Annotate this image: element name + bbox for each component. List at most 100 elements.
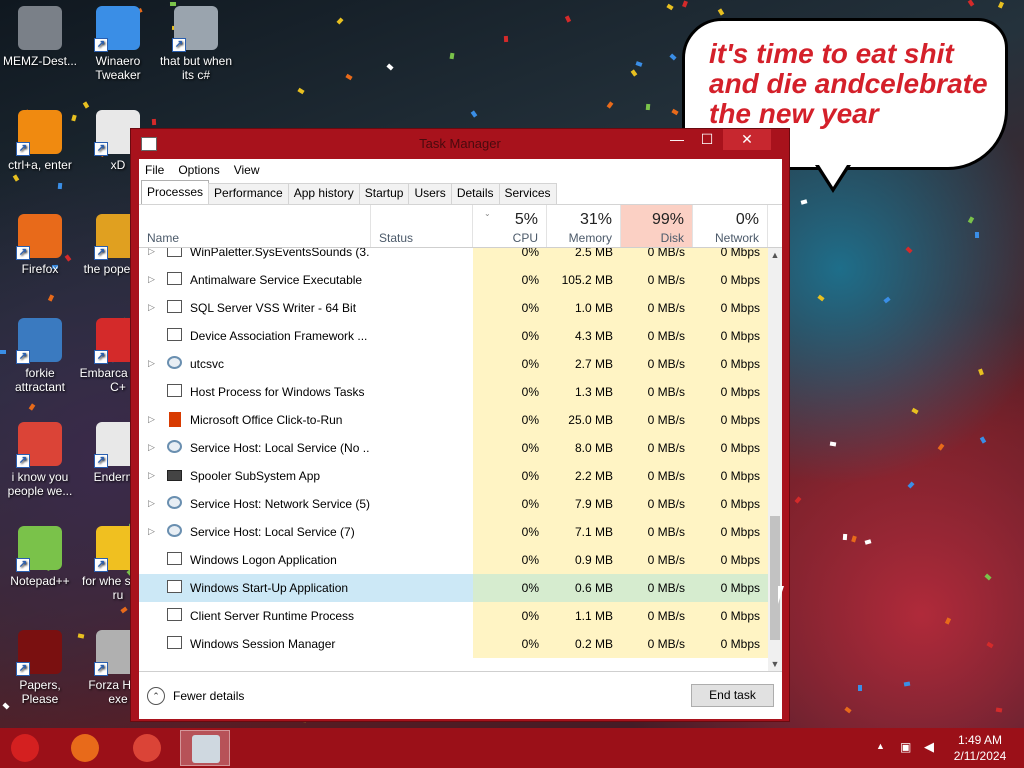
network-cell: 0 Mbps bbox=[693, 406, 768, 434]
desktop-icon[interactable]: MEMZ-Dest... bbox=[0, 6, 80, 68]
app-process-icon bbox=[167, 300, 182, 313]
tab-processes[interactable]: Processes bbox=[141, 180, 210, 204]
expand-chevron-icon[interactable]: ▷ bbox=[148, 302, 155, 313]
disk-cell: 0 MB/s bbox=[621, 518, 693, 546]
menu-file[interactable]: File bbox=[145, 163, 164, 177]
desktop-icon[interactable]: ↗ i know you people we... bbox=[0, 422, 80, 498]
column-header-status[interactable]: Status bbox=[371, 205, 473, 247]
confetti-piece bbox=[717, 8, 725, 16]
expand-chevron-icon[interactable]: ▷ bbox=[148, 470, 155, 481]
clock[interactable]: 1:49 AM 2/11/2024 bbox=[944, 732, 1016, 764]
table-row[interactable]: ▷ SQL Server VSS Writer - 64 Bit 0% 1.0 MB 0… bbox=[139, 294, 768, 322]
column-header-disk[interactable]: 99% Disk bbox=[621, 205, 693, 247]
desktop-icon[interactable]: ↗ ctrl+a, enter bbox=[0, 110, 80, 172]
table-row[interactable]: Windows Start-Up Application 0% 0.6 MB 0 MB… bbox=[139, 574, 768, 602]
fewer-details-link[interactable]: Fewer details bbox=[173, 689, 244, 703]
table-row[interactable]: ▷ Service Host: Local Service (No ... 0% 8.… bbox=[139, 434, 768, 462]
table-row[interactable]: ▷ utcsvc 0% 2.7 MB 0 MB/s 0 Mbps bbox=[139, 350, 768, 378]
chevron-up-icon[interactable]: ⌃ bbox=[147, 687, 165, 705]
taskbar-chrome[interactable] bbox=[122, 730, 172, 766]
desktop-icon[interactable]: ↗ Firefox bbox=[0, 214, 80, 276]
memory-cell: 1.3 MB bbox=[547, 378, 621, 406]
table-row[interactable]: Client Server Runtime Process 0% 1.1 MB 0 M… bbox=[139, 602, 768, 630]
table-row[interactable]: Host Process for Windows Tasks 0% 1.3 MB 0 … bbox=[139, 378, 768, 406]
expand-chevron-icon[interactable]: ▷ bbox=[148, 358, 155, 369]
scroll-thumb[interactable] bbox=[770, 516, 780, 640]
scroll-up-icon[interactable]: ▲ bbox=[768, 248, 782, 262]
end-task-button[interactable]: End task bbox=[691, 684, 774, 707]
expand-chevron-icon[interactable]: ▷ bbox=[148, 442, 155, 453]
app-process-icon bbox=[167, 248, 182, 257]
table-row[interactable]: ▷ WinPaletter.SysEventsSounds (3... 0% 2.5 … bbox=[139, 248, 768, 266]
table-row[interactable]: Windows Session Manager 0% 0.2 MB 0 MB/s 0 M… bbox=[139, 630, 768, 658]
tab-performance[interactable]: Performance bbox=[208, 183, 289, 204]
process-name: Service Host: Local Service (No ... bbox=[190, 441, 370, 455]
expand-chevron-icon[interactable]: ▷ bbox=[148, 274, 155, 285]
app-process-icon bbox=[167, 552, 182, 565]
scroll-down-icon[interactable]: ▼ bbox=[768, 657, 782, 671]
table-row[interactable]: ▷ Antimalware Service Executable 0% 105.2 M… bbox=[139, 266, 768, 294]
process-name: SQL Server VSS Writer - 64 Bit bbox=[190, 301, 357, 315]
table-row[interactable]: ▷ Service Host: Network Service (5) 0% 7.9 … bbox=[139, 490, 768, 518]
table-row[interactable]: Windows Logon Application 0% 0.9 MB 0 MB/s 0… bbox=[139, 546, 768, 574]
expand-chevron-icon[interactable]: ▷ bbox=[148, 498, 155, 509]
minimize-button[interactable]: — bbox=[663, 129, 691, 150]
table-row[interactable]: ▷ Microsoft Office Click-to-Run 0% 25.0 MB 0… bbox=[139, 406, 768, 434]
desktop-icon[interactable]: ↗ forkie attractant bbox=[0, 318, 80, 394]
desktop-icon[interactable]: ↗ Notepad++ bbox=[0, 526, 80, 588]
tab-services[interactable]: Services bbox=[498, 183, 557, 204]
bubble-line-3: the new year bbox=[709, 98, 879, 129]
confetti-piece bbox=[336, 17, 344, 25]
tray-chevron-icon[interactable]: ▲ bbox=[876, 741, 885, 751]
confetti-piece bbox=[645, 103, 651, 111]
vertical-scrollbar[interactable]: ▲ ▼ bbox=[768, 248, 782, 671]
title-bar[interactable]: Task Manager — ☐ ✕ bbox=[131, 129, 789, 159]
shortcut-arrow-icon: ↗ bbox=[172, 38, 186, 52]
tab-details[interactable]: Details bbox=[450, 183, 500, 204]
column-name-label: Name bbox=[147, 231, 180, 245]
desktop-icon[interactable]: ↗ Papers, Please bbox=[0, 630, 80, 706]
taskbar-task-manager[interactable] bbox=[180, 730, 230, 766]
task-manager-window[interactable]: Task Manager — ☐ ✕ File Options View Pro… bbox=[130, 128, 790, 722]
menu-bar: File Options View bbox=[139, 159, 782, 181]
shortcut-arrow-icon: ↗ bbox=[94, 38, 108, 52]
network-icon[interactable]: ▣ bbox=[900, 740, 911, 754]
volume-muted-icon[interactable]: ◀ bbox=[924, 739, 934, 755]
network-cell: 0 Mbps bbox=[693, 574, 768, 602]
menu-options[interactable]: Options bbox=[178, 163, 219, 177]
table-row[interactable]: Device Association Framework ... 0% 4.3 MB… bbox=[139, 322, 768, 350]
confetti-piece bbox=[974, 231, 980, 239]
confetti-piece bbox=[449, 52, 455, 60]
column-header-cpu[interactable]: ⌄ 5% CPU bbox=[473, 205, 547, 247]
taskbar-start-button[interactable] bbox=[0, 730, 50, 766]
monitor-gear-icon: ↗ bbox=[16, 318, 62, 364]
desktop-icon[interactable]: ↗ that but when its c# bbox=[156, 6, 236, 82]
desktop-icon-label: MEMZ-Dest... bbox=[3, 54, 77, 68]
confetti-piece bbox=[864, 539, 872, 545]
orange-ring-icon: ↗ bbox=[16, 110, 62, 156]
expand-chevron-icon[interactable]: ▷ bbox=[148, 414, 155, 425]
column-header-name[interactable]: Name bbox=[139, 205, 371, 247]
table-row[interactable]: ▷ Spooler SubSystem App 0% 2.2 MB 0 MB/s 0 Mb… bbox=[139, 462, 768, 490]
tab-startup[interactable]: Startup bbox=[358, 183, 410, 204]
menu-view[interactable]: View bbox=[234, 163, 260, 177]
expand-chevron-icon[interactable]: ▷ bbox=[148, 526, 155, 537]
memory-cell: 2.2 MB bbox=[547, 462, 621, 490]
memory-cell: 0.6 MB bbox=[547, 574, 621, 602]
column-header-network[interactable]: 0% Network bbox=[693, 205, 768, 247]
tab-app-history[interactable]: App history bbox=[287, 183, 360, 204]
expand-chevron-icon[interactable]: ▷ bbox=[148, 248, 155, 257]
close-button[interactable]: ✕ bbox=[723, 129, 771, 150]
winaero-icon: ↗ bbox=[94, 6, 140, 52]
shortcut-arrow-icon: ↗ bbox=[94, 558, 108, 572]
taskbar-firefox[interactable] bbox=[60, 730, 110, 766]
cpu-cell: 0% bbox=[473, 490, 547, 518]
column-header-memory[interactable]: 31% Memory bbox=[547, 205, 621, 247]
desktop-icon[interactable]: ↗ Winaero Tweaker bbox=[78, 6, 158, 82]
desktop-icon-label: that but when its c# bbox=[159, 54, 233, 82]
desktop-icon-label: Notepad++ bbox=[10, 574, 70, 588]
maximize-button[interactable]: ☐ bbox=[693, 129, 721, 150]
tab-users[interactable]: Users bbox=[408, 183, 452, 204]
table-row[interactable]: ▷ Service Host: Local Service (7) 0% 7.1 MB… bbox=[139, 518, 768, 546]
process-name: Client Server Runtime Process bbox=[190, 609, 355, 623]
